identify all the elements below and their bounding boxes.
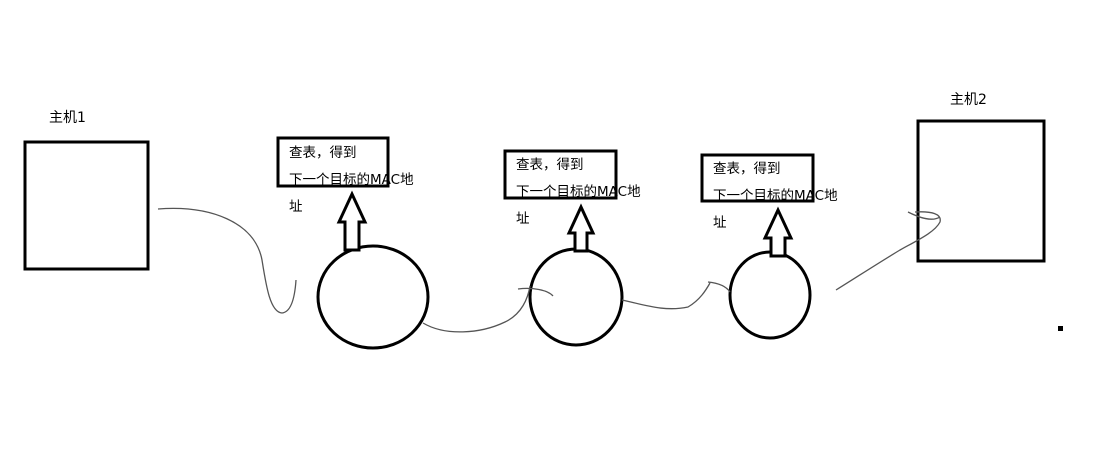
host-2-label: 主机2 (950, 92, 987, 108)
router-1-note-line-1: 查表，得到 (289, 145, 357, 161)
router-3-note-line-3: 址 (713, 215, 727, 231)
router-3-note-line-1: 查表，得到 (713, 161, 781, 177)
host-1-label: 主机1 (49, 110, 86, 126)
router-1-note-line-3: 址 (289, 199, 303, 215)
router-3-circle (728, 250, 812, 340)
host-2-box (916, 119, 1046, 263)
router-3-note-line-2: 下一个目标的MAC地 (713, 188, 838, 204)
router-2-note-line-3: 址 (516, 211, 530, 227)
router-2-circle (528, 247, 624, 347)
diagram-canvas: 主机1 主机2 查表，得到 下一个目标的MAC地 址 查表，得到 下一个目标的M… (0, 0, 1094, 449)
router-1-note-line-2: 下一个目标的MAC地 (289, 172, 414, 188)
router-1-circle (316, 244, 430, 350)
router-2-note-line-2: 下一个目标的MAC地 (516, 184, 641, 200)
link-host1-router1 (157, 207, 297, 314)
stray-dot (1058, 326, 1063, 331)
router-2-note-line-1: 查表，得到 (516, 157, 584, 173)
host-1-box (23, 140, 150, 271)
router-1-note: 查表，得到 下一个目标的MAC地 址 (289, 140, 439, 221)
router-2-note: 查表，得到 下一个目标的MAC地 址 (516, 152, 666, 233)
link-router1-router2 (422, 285, 554, 333)
router-3-note: 查表，得到 下一个目标的MAC地 址 (713, 156, 863, 237)
link-router2-router3 (621, 281, 731, 310)
